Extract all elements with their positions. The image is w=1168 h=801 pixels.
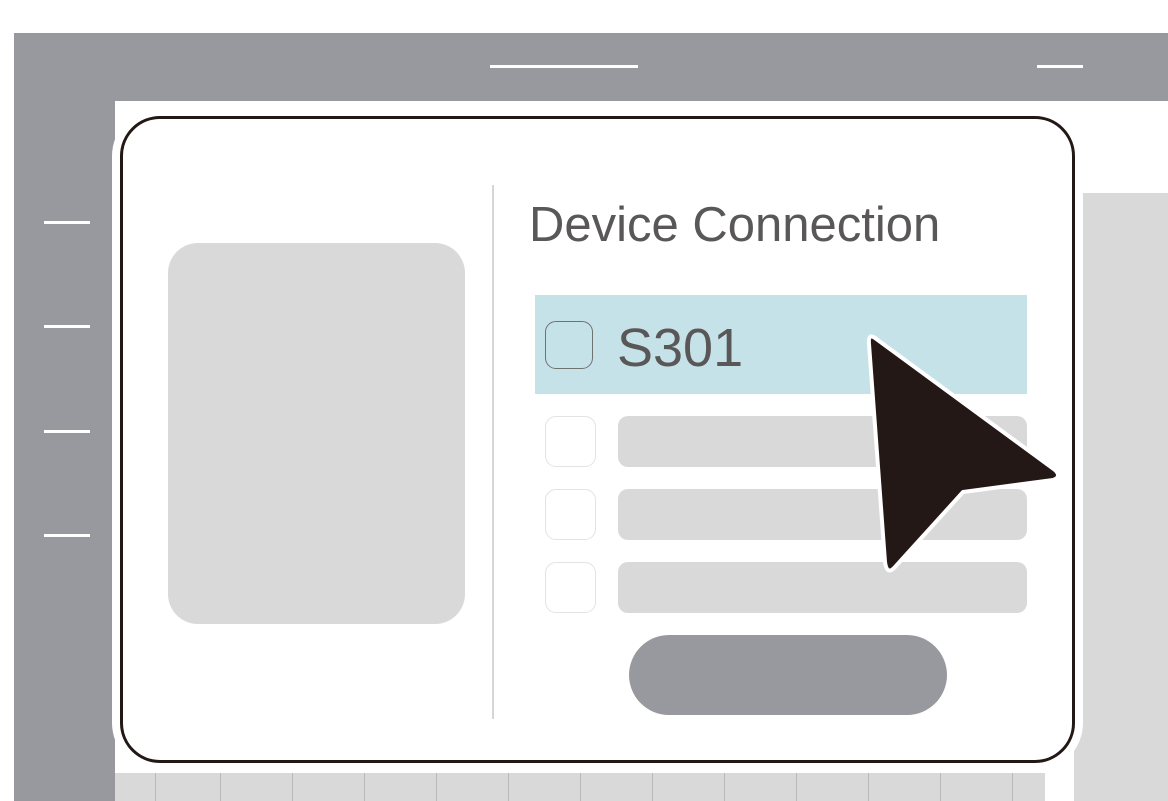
background-timeline bbox=[115, 773, 1045, 801]
device-checkbox[interactable] bbox=[545, 321, 593, 369]
device-checkbox[interactable] bbox=[545, 416, 596, 467]
sidebar-item[interactable] bbox=[44, 221, 90, 224]
sidebar bbox=[14, 101, 115, 801]
title-placeholder-line bbox=[490, 65, 638, 68]
device-checkbox[interactable] bbox=[545, 489, 596, 540]
device-name: S301 bbox=[617, 318, 744, 378]
minimize-icon[interactable] bbox=[1037, 65, 1083, 68]
sidebar-item[interactable] bbox=[44, 430, 90, 433]
mouse-pointer-icon bbox=[866, 334, 1060, 573]
dialog-title: Device Connection bbox=[529, 198, 941, 252]
dialog-divider bbox=[492, 185, 494, 719]
sidebar-item[interactable] bbox=[44, 325, 90, 328]
background-panel bbox=[1074, 193, 1168, 801]
device-preview-image bbox=[168, 243, 465, 624]
device-checkbox[interactable] bbox=[545, 562, 596, 613]
sidebar-item[interactable] bbox=[44, 534, 90, 537]
connect-button[interactable] bbox=[629, 635, 947, 715]
top-bar bbox=[14, 33, 1168, 101]
